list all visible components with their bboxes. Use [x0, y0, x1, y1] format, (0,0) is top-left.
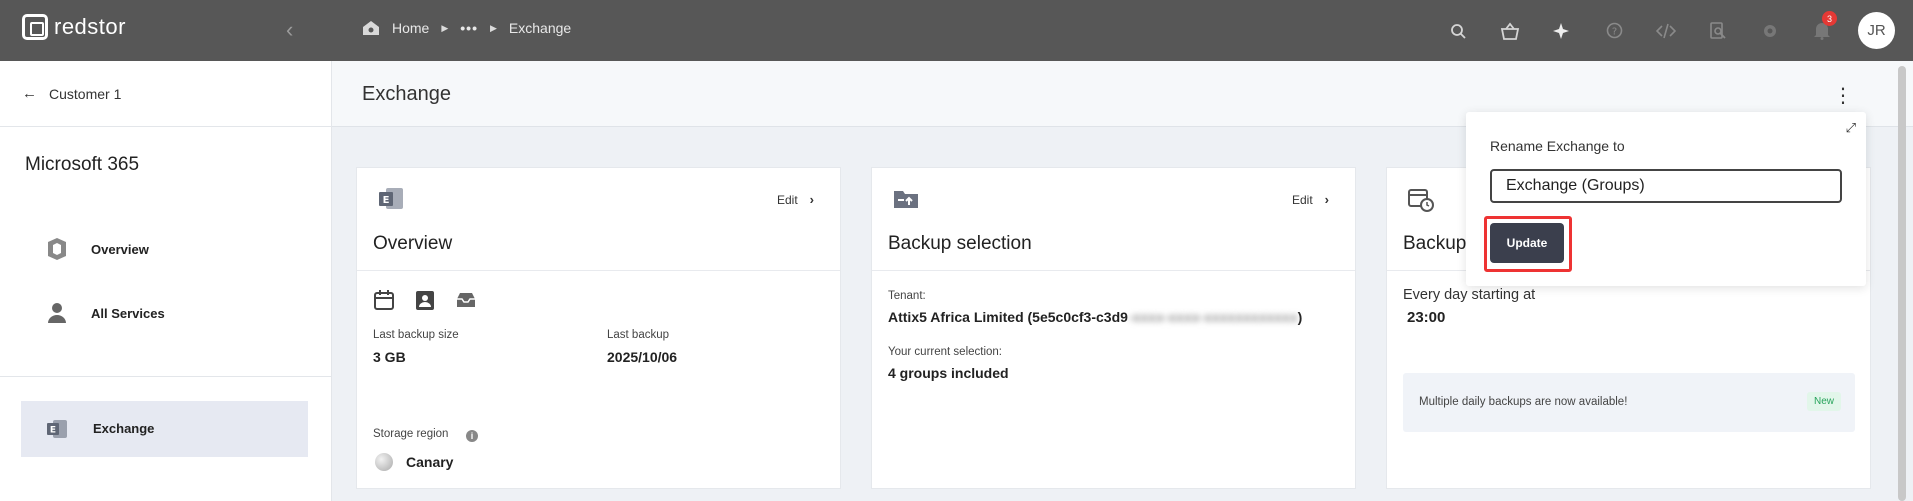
logo-icon [22, 14, 48, 40]
card-title: Backup selection [888, 233, 1032, 254]
back-link-label: Customer 1 [49, 85, 122, 102]
backup-selection-card: Edit › Backup selection Tenant: Attix5 A… [871, 167, 1356, 489]
basket-icon[interactable] [1484, 0, 1536, 61]
contact-book-icon [416, 291, 434, 310]
sidebar-item-overview[interactable]: Overview [45, 237, 149, 261]
schedule-label: Every day starting at [1403, 287, 1536, 303]
sparkle-icon[interactable] [1536, 0, 1588, 61]
scan-icon[interactable] [1692, 0, 1744, 61]
globe-icon [375, 453, 393, 471]
storage-region-value: Canary [406, 454, 454, 470]
home-icon[interactable] [362, 20, 380, 36]
code-icon[interactable] [1640, 0, 1692, 61]
brand-name: redstor [54, 14, 126, 39]
collapse-sidebar-icon[interactable]: ‹ [286, 17, 293, 43]
selection-label: Your current selection: [888, 346, 1003, 358]
sidebar-item-label: All Services [91, 305, 165, 321]
selection-value: 4 groups included [888, 365, 1009, 381]
update-button[interactable]: Update [1490, 223, 1564, 263]
sidebar-item-all-services[interactable]: All Services [45, 301, 165, 325]
tenant-suffix: ) [1297, 309, 1303, 325]
last-backup-value: 2025/10/06 [607, 349, 678, 365]
more-options-icon[interactable]: ⋮ [1833, 83, 1853, 108]
exchange-icon: E [47, 420, 67, 438]
calendar-icon [374, 290, 394, 310]
close-icon[interactable]: ⤢ [1846, 120, 1856, 136]
edit-label: Edit [1291, 192, 1313, 207]
last-backup-size-value: 3 GB [373, 349, 406, 365]
brand-logo[interactable]: redstor [22, 14, 126, 40]
help-icon[interactable]: ? [1588, 0, 1640, 61]
bell-icon[interactable]: 3 [1796, 0, 1848, 61]
divider [357, 270, 840, 271]
gear-icon[interactable] [1744, 0, 1796, 61]
arrow-left-icon: ← [22, 85, 37, 102]
card-title: Backup [1403, 233, 1467, 254]
breadcrumb: Home ▶ ••• ▶ Exchange [362, 20, 571, 36]
rename-popover: ⤢ Rename Exchange to Update [1466, 112, 1866, 286]
exchange-icon: E [379, 188, 403, 209]
sidebar-section-title: Microsoft 365 [25, 154, 140, 175]
multiple-backups-notice: Multiple daily backups are now available… [1403, 373, 1855, 432]
edit-overview-button[interactable]: Edit › [777, 192, 814, 207]
avatar[interactable]: JR [1858, 12, 1895, 49]
notification-badge: 3 [1822, 11, 1837, 26]
rename-input[interactable] [1490, 169, 1842, 203]
sidebar-item-label: Overview [91, 241, 149, 257]
divider [872, 270, 1355, 271]
sidebar: ← Customer 1 Microsoft 365 Overview All … [0, 61, 332, 501]
svg-text:?: ? [1611, 27, 1616, 38]
tenant-id-redacted: -xxxx-xxxx-xxxxxxxxxxxx [1127, 309, 1298, 325]
user-icon [45, 301, 69, 325]
edit-backup-selection-button[interactable]: Edit › [1292, 192, 1329, 207]
sidebar-item-exchange[interactable]: E Exchange [21, 401, 308, 457]
breadcrumb-current: Exchange [508, 20, 572, 36]
schedule-time: 23:00 [1407, 309, 1446, 326]
chevron-right-icon: › [809, 192, 814, 207]
tenant-name: Attix5 Africa Limited (5e5c0cf3-c3d9 [888, 309, 1128, 325]
top-bar: redstor ‹ Home ▶ ••• ▶ Exchange ? 3 JR [0, 0, 1913, 61]
notice-text: Multiple daily backups are now available… [1419, 396, 1628, 408]
overview-icons [373, 289, 477, 311]
tenant-label: Tenant: [888, 290, 926, 302]
divider [0, 376, 332, 377]
svg-text:E: E [383, 195, 390, 206]
card-title: Overview [373, 233, 453, 254]
top-toolbar: ? 3 JR [1432, 0, 1913, 61]
chevron-right-icon: › [1324, 192, 1329, 207]
svg-text:E: E [50, 426, 56, 436]
calendar-clock-icon [1408, 189, 1434, 212]
sidebar-item-label: Exchange [93, 421, 155, 436]
breadcrumb-separator-icon: ▶ [490, 22, 497, 33]
breadcrumb-separator-icon: ▶ [441, 22, 449, 33]
breadcrumb-home[interactable]: Home [392, 20, 429, 36]
folder-upload-icon [894, 191, 918, 208]
new-badge: New [1806, 392, 1841, 411]
back-link[interactable]: ← Customer 1 [22, 85, 121, 102]
last-backup-label: Last backup [607, 329, 670, 341]
overview-card: E Edit › Overview Last backup size 3 GB … [356, 167, 841, 489]
info-icon[interactable]: i [466, 430, 478, 442]
edit-label: Edit [776, 192, 798, 207]
last-backup-size-label: Last backup size [373, 329, 459, 341]
breadcrumb-ellipsis[interactable]: ••• [460, 20, 478, 36]
search-icon[interactable] [1432, 0, 1484, 61]
divider [0, 126, 332, 127]
tenant-value: Attix5 Africa Limited (5e5c0cf3-c3d9-xxx… [888, 309, 1302, 325]
scrollbar[interactable] [1898, 66, 1906, 501]
storage-region-label: Storage region [373, 428, 449, 440]
office-icon [45, 237, 69, 261]
rename-label: Rename Exchange to [1490, 138, 1625, 154]
inbox-icon [457, 293, 475, 307]
page-title: Exchange [362, 83, 451, 105]
